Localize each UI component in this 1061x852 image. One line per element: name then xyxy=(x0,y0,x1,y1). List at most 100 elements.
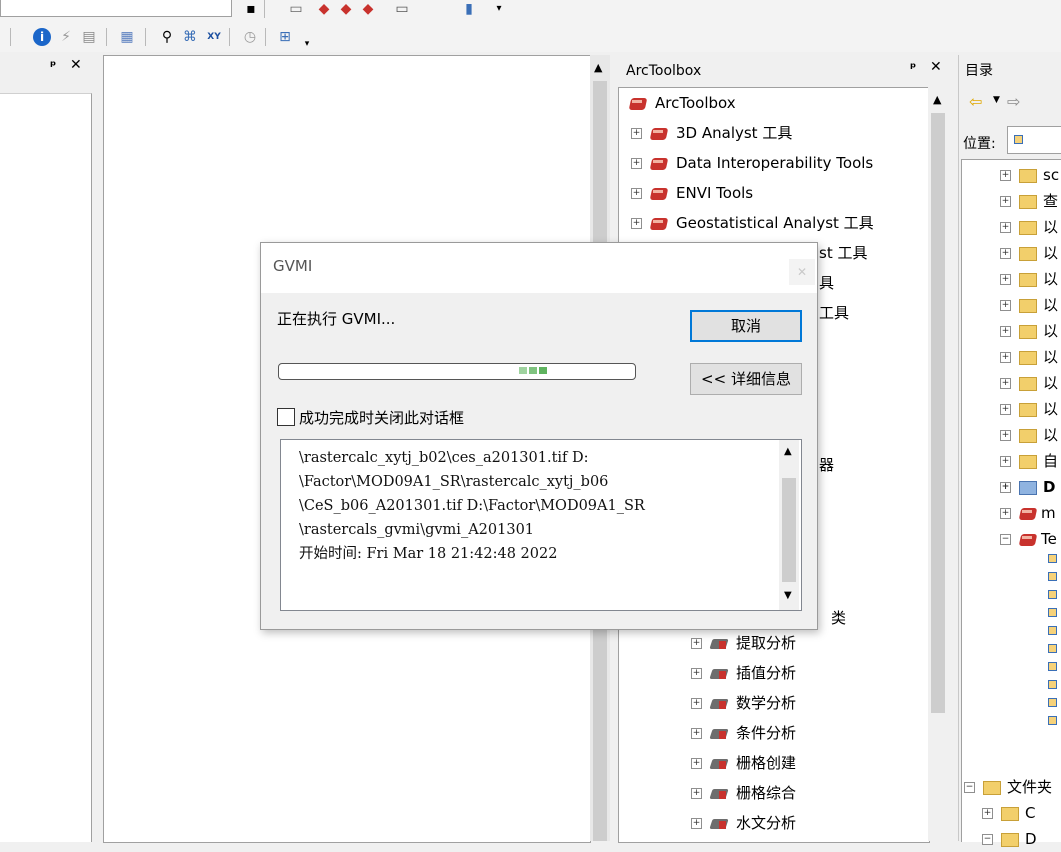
log-textbox[interactable]: \rastercalc_xytj_b02\ces_a201301.tif D: … xyxy=(280,439,802,611)
arctoolbox-scroll-thumb[interactable] xyxy=(931,113,945,713)
toolbox-icon[interactable]: ◆ xyxy=(337,0,355,18)
expand-icon[interactable]: + xyxy=(691,818,702,829)
tree-subitem-generalization[interactable]: + 栅格综合 xyxy=(691,780,796,806)
model-icon[interactable] xyxy=(1048,662,1057,671)
tree-item-partial[interactable]: 工具 xyxy=(819,300,849,326)
expand-icon[interactable]: + xyxy=(1000,404,1011,415)
catalog-item[interactable]: + D xyxy=(1000,474,1055,500)
time-slider-icon[interactable]: ◷ xyxy=(241,28,259,46)
catalog-item[interactable]: + 以 xyxy=(1000,318,1058,344)
model-icon[interactable] xyxy=(1048,680,1057,689)
catalog-item[interactable]: − D xyxy=(982,826,1037,852)
html-popup-icon[interactable]: ▤ xyxy=(80,28,98,46)
expand-icon[interactable]: + xyxy=(1000,508,1011,519)
model-icon[interactable] xyxy=(1048,608,1057,617)
scroll-down-icon[interactable]: ▼ xyxy=(784,590,792,601)
tree-root[interactable]: ArcToolbox xyxy=(629,90,736,116)
catalog-item[interactable]: + C xyxy=(982,800,1035,826)
tree-subitem-interpolation[interactable]: + 插值分析 xyxy=(691,660,796,686)
dropdown-icon[interactable]: ▼ xyxy=(993,95,1000,105)
forward-icon[interactable]: ⇨ xyxy=(1007,92,1020,111)
model-icon[interactable] xyxy=(1048,644,1057,653)
toolbox-icon[interactable]: ◆ xyxy=(359,0,377,18)
scale-combo[interactable] xyxy=(0,0,232,17)
catalog-item[interactable]: + m xyxy=(1000,500,1056,526)
measure-icon[interactable]: ▦ xyxy=(118,28,136,46)
expand-icon[interactable]: + xyxy=(1000,196,1011,207)
catalog-item[interactable]: + sc xyxy=(1000,162,1059,188)
tree-item-partial[interactable]: 器 xyxy=(819,452,834,478)
tree-item-partial[interactable]: 具 xyxy=(819,270,834,296)
model-icon[interactable] xyxy=(1048,554,1057,563)
tree-subitem-math[interactable]: + 数学分析 xyxy=(691,690,796,716)
expand-icon[interactable]: + xyxy=(1000,248,1011,259)
hyperlink-icon[interactable]: ⚡ xyxy=(57,28,75,46)
catalog-item[interactable]: + 以 xyxy=(1000,240,1058,266)
tree-subitem-extraction[interactable]: + 提取分析 xyxy=(691,630,796,656)
info-icon[interactable]: i xyxy=(33,28,51,46)
expand-icon[interactable]: + xyxy=(1000,300,1011,311)
catalog-item[interactable]: + 以 xyxy=(1000,344,1058,370)
collapse-icon[interactable]: − xyxy=(1000,534,1011,545)
expand-icon[interactable]: + xyxy=(691,668,702,679)
catalog-item[interactable]: + 以 xyxy=(1000,292,1058,318)
log-scroll-thumb[interactable] xyxy=(782,478,796,582)
expand-icon[interactable]: + xyxy=(1000,378,1011,389)
tree-subitem-raster-creation[interactable]: + 栅格创建 xyxy=(691,750,796,776)
expand-icon[interactable]: + xyxy=(691,788,702,799)
catalog-item-expanded[interactable]: − Te xyxy=(1000,526,1057,552)
expand-icon[interactable]: + xyxy=(982,808,993,819)
expand-icon[interactable]: + xyxy=(1000,430,1011,441)
toolbox-icon[interactable]: ◆ xyxy=(315,0,333,18)
model-icon[interactable] xyxy=(1048,626,1057,635)
expand-icon[interactable]: + xyxy=(1000,456,1011,467)
expand-icon[interactable]: + xyxy=(691,758,702,769)
pin-icon[interactable]: ᵖ xyxy=(910,61,916,76)
expand-icon[interactable]: + xyxy=(631,128,642,139)
tree-item-partial[interactable]: 类 xyxy=(831,605,846,631)
window-icon[interactable]: ▭ xyxy=(393,0,411,18)
tree-subitem-hydrology[interactable]: + 水文分析 xyxy=(691,810,796,836)
model-icon[interactable] xyxy=(1048,572,1057,581)
catalog-item[interactable]: + 以 xyxy=(1000,370,1058,396)
catalog-item[interactable]: + 查 xyxy=(1000,188,1058,214)
log-scrollbar[interactable]: ▲ ▼ xyxy=(779,440,799,610)
tree-item-envi[interactable]: + ENVI Tools xyxy=(631,180,753,206)
catalog-item[interactable]: + 以 xyxy=(1000,396,1058,422)
editor-icon[interactable]: ▭ xyxy=(287,0,305,18)
back-icon[interactable]: ⇦ xyxy=(969,92,982,111)
catalog-item[interactable]: + 以 xyxy=(1000,266,1058,292)
tree-item-3d-analyst[interactable]: +3D Analyst 工具 xyxy=(631,120,792,146)
location-combo[interactable] xyxy=(1007,126,1061,154)
dots-icon[interactable]: ▪ xyxy=(242,0,260,18)
dialog-title-bar[interactable]: GVMI ✕ xyxy=(261,243,817,293)
close-on-success-label[interactable]: 成功完成时关闭此对话框 xyxy=(299,407,464,428)
scroll-up-icon[interactable]: ▲ xyxy=(594,61,602,74)
pin-icon[interactable]: ᵖ xyxy=(50,59,56,74)
scroll-up-icon[interactable]: ▲ xyxy=(784,446,792,457)
close-on-success-checkbox[interactable] xyxy=(277,408,295,426)
tree-item-data-interop[interactable]: + Data Interoperability Tools xyxy=(631,150,873,176)
expand-icon[interactable]: + xyxy=(1000,352,1011,363)
find-icon[interactable]: ⚲ xyxy=(158,28,176,46)
dialog-close-icon[interactable]: ✕ xyxy=(789,259,815,285)
expand-icon[interactable]: + xyxy=(631,218,642,229)
model-icon[interactable] xyxy=(1048,590,1057,599)
expand-icon[interactable]: + xyxy=(1000,170,1011,181)
overflow-icon[interactable]: ▾ xyxy=(490,0,508,18)
collapse-icon[interactable]: − xyxy=(964,782,975,793)
python-icon[interactable]: ▮ xyxy=(460,0,478,18)
tree-item-partial[interactable]: st 工具 xyxy=(819,240,867,266)
find-route-icon[interactable]: ⌘ xyxy=(181,28,199,46)
model-icon[interactable] xyxy=(1048,716,1057,725)
goto-xy-icon[interactable]: XY xyxy=(205,28,223,46)
close-icon[interactable]: ✕ xyxy=(930,59,942,75)
tree-item-geostatistical[interactable]: + Geostatistical Analyst 工具 xyxy=(631,210,874,236)
catalog-folder-connections[interactable]: − 文件夹 xyxy=(964,774,1052,800)
catalog-item[interactable]: + 自 xyxy=(1000,448,1058,474)
catalog-item[interactable]: + 以 xyxy=(1000,214,1058,240)
expand-icon[interactable]: + xyxy=(1000,482,1011,493)
expand-icon[interactable]: + xyxy=(1000,222,1011,233)
expand-icon[interactable]: + xyxy=(631,158,642,169)
catalog-item[interactable]: + 以 xyxy=(1000,422,1058,448)
